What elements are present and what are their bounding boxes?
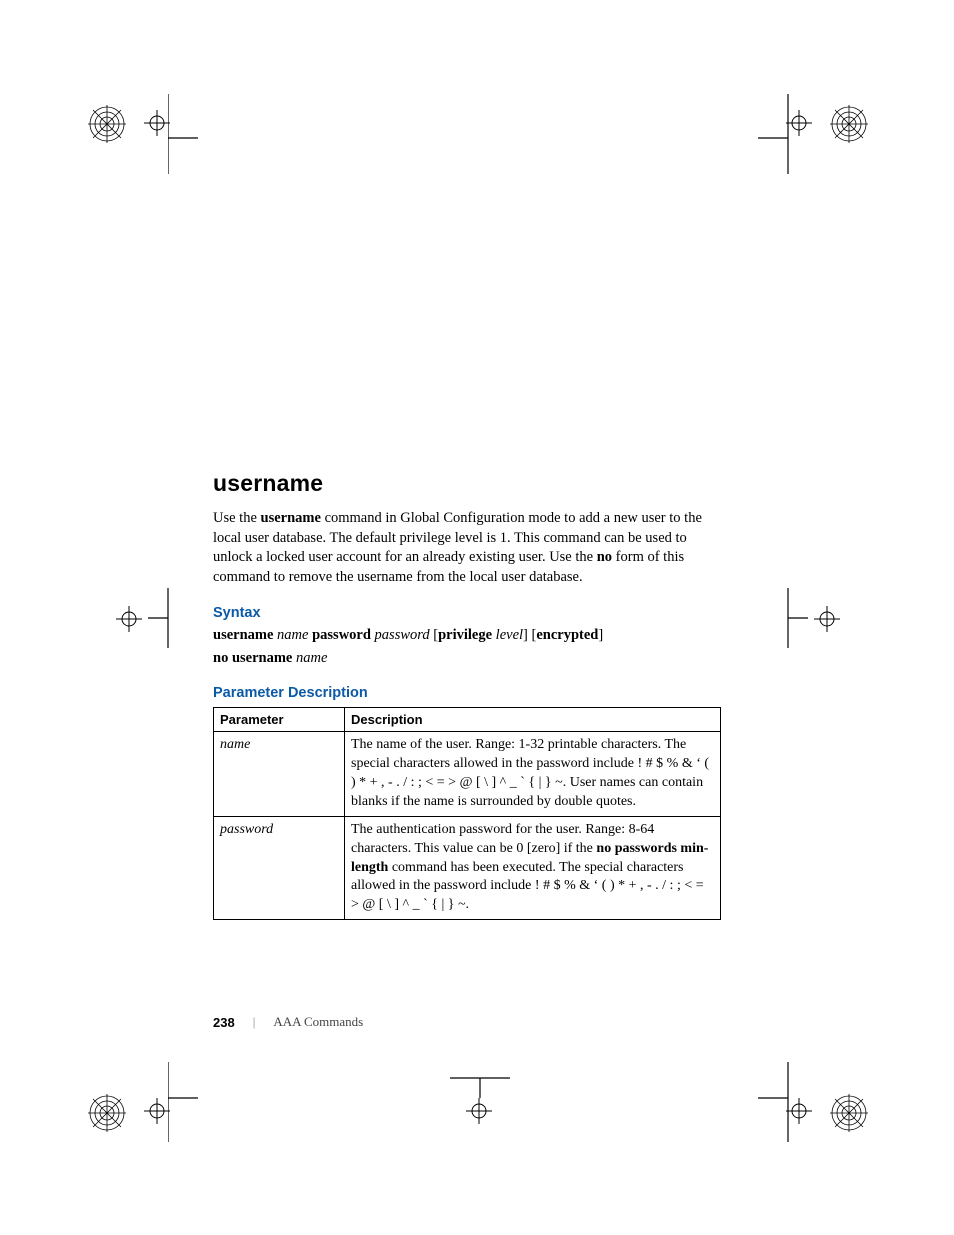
- section-heading-syntax: Syntax: [213, 605, 721, 621]
- reg-target-top-left: [144, 110, 170, 136]
- crop-tick-bottom-right: [754, 1062, 790, 1142]
- command-title: username: [213, 470, 721, 497]
- page-footer: 238 | AAA Commands: [213, 1014, 363, 1030]
- intro-paragraph: Use the username command in Global Confi…: [213, 509, 721, 587]
- crop-tick-bottom-left: [168, 1062, 204, 1142]
- table-row: passwordThe authentication password for …: [214, 816, 721, 919]
- reg-target-bottom-center: [466, 1098, 492, 1124]
- crop-tick-left: [148, 588, 172, 648]
- table-header-parameter: Parameter: [214, 708, 345, 732]
- chapter-title: AAA Commands: [273, 1014, 363, 1030]
- syntax-line-2: no username name: [213, 650, 721, 667]
- page-number: 238: [213, 1015, 235, 1030]
- crop-rosette-top-left: [88, 105, 126, 143]
- section-heading-parameter-description: Parameter Description: [213, 685, 721, 701]
- syntax-line-1: username name password password [privile…: [213, 627, 721, 644]
- parameter-name-cell: name: [214, 732, 345, 817]
- parameter-description-cell: The name of the user. Range: 1-32 printa…: [345, 732, 721, 817]
- parameter-table: Parameter Description nameThe name of th…: [213, 707, 721, 920]
- reg-target-left: [116, 606, 142, 632]
- crop-tick-top-right: [754, 94, 790, 174]
- reg-target-bottom-left: [144, 1098, 170, 1124]
- crop-tick-right: [786, 588, 810, 648]
- table-header-description: Description: [345, 708, 721, 732]
- parameter-description-cell: The authentication password for the user…: [345, 816, 721, 919]
- crop-rosette-top-right: [830, 105, 868, 143]
- table-row: nameThe name of the user. Range: 1-32 pr…: [214, 732, 721, 817]
- crop-rosette-bottom-right: [830, 1094, 868, 1132]
- footer-separator: |: [253, 1014, 256, 1030]
- parameter-name-cell: password: [214, 816, 345, 919]
- crop-tick-bottom-center: [450, 1076, 510, 1100]
- reg-target-top-right: [786, 110, 812, 136]
- crop-rosette-bottom-left: [88, 1094, 126, 1132]
- reg-target-right: [814, 606, 840, 632]
- page-content: username Use the username command in Glo…: [213, 470, 721, 920]
- crop-tick-top-left: [168, 94, 204, 174]
- reg-target-bottom-right: [786, 1098, 812, 1124]
